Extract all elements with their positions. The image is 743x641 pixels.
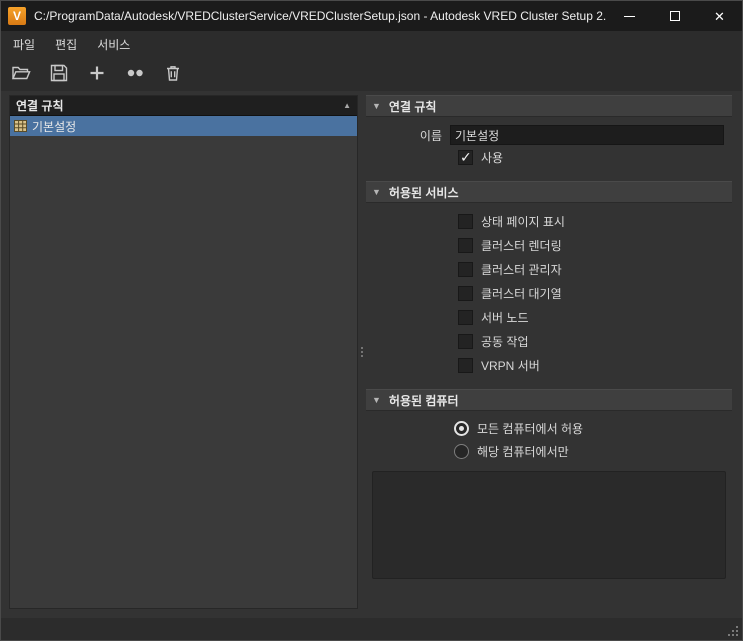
- two-dots-icon: [123, 63, 147, 86]
- enabled-checkbox[interactable]: [458, 149, 473, 166]
- column-header-label: 연결 규칙: [16, 99, 64, 113]
- collapse-triangle-icon: ▼: [372, 187, 381, 197]
- service-label: 상태 페이지 표시: [481, 214, 565, 229]
- collapse-triangle-icon: ▼: [372, 101, 381, 111]
- service-label: 클러스터 대기열: [481, 286, 562, 301]
- save-icon: [49, 63, 69, 86]
- vrpn-server-checkbox[interactable]: [458, 357, 473, 373]
- name-input[interactable]: [450, 125, 724, 145]
- menu-file[interactable]: 파일: [3, 31, 45, 57]
- panel-splitter[interactable]: [358, 95, 366, 609]
- name-row: 이름: [366, 125, 724, 145]
- resize-grip[interactable]: [726, 624, 739, 637]
- specific-computers-radio[interactable]: [454, 444, 469, 459]
- section-allowed-services[interactable]: ▼ 허용된 서비스: [366, 181, 732, 203]
- window-title: C:/ProgramData/Autodesk/VREDClusterServi…: [34, 9, 607, 23]
- minimize-icon: [624, 15, 635, 17]
- enabled-row[interactable]: 사용: [458, 145, 732, 169]
- service-row-cluster-queue[interactable]: 클러스터 대기열: [458, 281, 732, 305]
- collaboration-checkbox[interactable]: [458, 333, 473, 349]
- plus-icon: [87, 63, 107, 86]
- all-computers-row[interactable]: 모든 컴퓨터에서 허용: [454, 417, 732, 440]
- rules-list[interactable]: 기본설정: [10, 116, 357, 608]
- server-node-checkbox[interactable]: [458, 309, 473, 325]
- service-label: 서버 노드: [481, 310, 529, 325]
- column-header-connection-rules[interactable]: 연결 규칙 ▲: [10, 96, 357, 116]
- connect-button[interactable]: [121, 60, 149, 88]
- close-icon: ✕: [714, 8, 725, 24]
- section-title: 허용된 서비스: [388, 185, 459, 200]
- minimize-button[interactable]: [607, 1, 652, 31]
- service-row-collaboration[interactable]: 공동 작업: [458, 329, 732, 353]
- connection-rules-panel: 연결 규칙 ▲ 기본설정: [9, 95, 358, 609]
- cluster-rendering-checkbox[interactable]: [458, 237, 473, 253]
- enabled-label: 사용: [481, 150, 504, 165]
- status-page-checkbox[interactable]: [458, 213, 473, 229]
- service-label: 공동 작업: [481, 334, 529, 349]
- save-button[interactable]: [45, 60, 73, 88]
- section-title: 허용된 컴퓨터: [388, 393, 459, 408]
- radio-label: 모든 컴퓨터에서 허용: [477, 422, 584, 436]
- specific-computers-row[interactable]: 해당 컴퓨터에서만: [454, 440, 732, 463]
- main-content: 연결 규칙 ▲ 기본설정 ▼ 연결 규칙 이름 기본설정 ✓ 사용 ▼ 허용된 …: [1, 91, 742, 618]
- service-row-vrpn-server[interactable]: VRPN 서버: [458, 353, 732, 377]
- menu-service[interactable]: 서비스: [87, 31, 140, 57]
- close-button[interactable]: ✕: [697, 1, 742, 31]
- service-row-status-page[interactable]: 상태 페이지 표시: [458, 209, 732, 233]
- maximize-icon: [669, 11, 680, 21]
- collapse-triangle-icon: ▼: [372, 395, 381, 405]
- sort-ascending-icon: ▲: [343, 101, 351, 110]
- app-window: V C:/ProgramData/Autodesk/VREDClusterSer…: [0, 0, 743, 641]
- section-title: 연결 규칙: [388, 99, 437, 114]
- menubar: 파일 편집 서비스: [1, 31, 742, 57]
- all-computers-radio[interactable]: [454, 421, 469, 436]
- service-row-cluster-rendering[interactable]: 클러스터 렌더링: [458, 233, 732, 257]
- delete-button[interactable]: [159, 60, 187, 88]
- vred-app-icon: V: [8, 7, 26, 25]
- service-label: 클러스터 렌더링: [481, 238, 562, 253]
- list-item-default-settings[interactable]: 기본설정: [10, 116, 357, 136]
- name-label: 이름: [419, 128, 442, 143]
- radio-label: 해당 컴퓨터에서만: [477, 445, 569, 459]
- cluster-queue-checkbox[interactable]: [458, 285, 473, 301]
- titlebar[interactable]: V C:/ProgramData/Autodesk/VREDClusterSer…: [1, 1, 742, 31]
- open-file-button[interactable]: [7, 60, 35, 88]
- service-row-cluster-manager[interactable]: 클러스터 관리자: [458, 257, 732, 281]
- trash-icon: [163, 63, 183, 86]
- service-label: VRPN 서버: [481, 358, 540, 373]
- maximize-button[interactable]: [652, 1, 697, 31]
- table-grid-icon: [14, 120, 27, 132]
- computer-list-box[interactable]: [372, 471, 726, 579]
- folder-open-icon: [11, 63, 31, 86]
- rule-properties-panel: ▼ 연결 규칙 이름 사용 ▼ 허용된 서비스 상태 페이지 표시: [366, 95, 732, 609]
- section-connection-rule[interactable]: ▼ 연결 규칙: [366, 95, 732, 117]
- add-rule-button[interactable]: [83, 60, 111, 88]
- list-item-label: 기본설정: [32, 119, 77, 134]
- toolbar: [1, 57, 742, 91]
- cluster-manager-checkbox[interactable]: [458, 261, 473, 277]
- menu-edit[interactable]: 편집: [45, 31, 87, 57]
- service-label: 클러스터 관리자: [481, 262, 562, 277]
- service-row-server-node[interactable]: 서버 노드: [458, 305, 732, 329]
- statusbar: [1, 618, 742, 640]
- section-allowed-computers[interactable]: ▼ 허용된 컴퓨터: [366, 389, 732, 411]
